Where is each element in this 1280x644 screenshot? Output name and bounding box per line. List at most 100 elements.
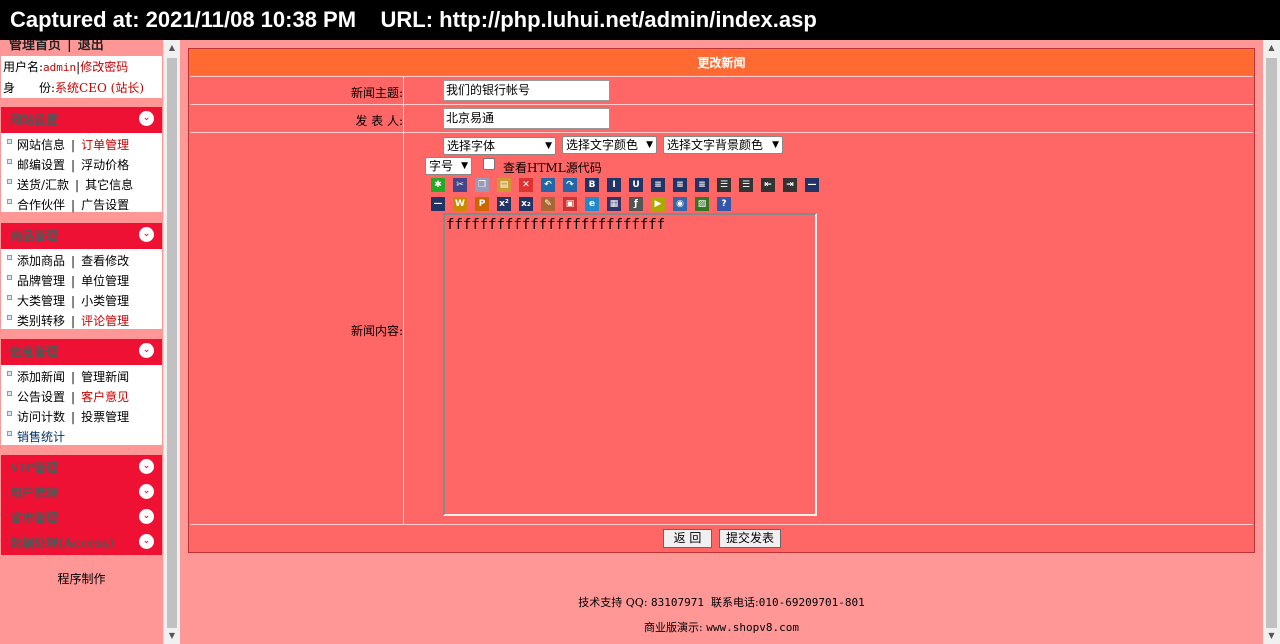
scroll-thumb[interactable]	[167, 58, 177, 628]
scroll-down-icon[interactable]: ▼	[164, 628, 180, 644]
menu-item[interactable]: 评论管理	[81, 314, 129, 328]
superscript-icon[interactable]: x²	[495, 195, 513, 213]
menu-item[interactable]: 单位管理	[81, 274, 129, 288]
subscript-icon[interactable]: x₂	[517, 195, 535, 213]
panel-header-data[interactable]: 数据处理(Access) ⌄	[1, 530, 162, 555]
insert-page-icon[interactable]: ▣	[561, 195, 579, 213]
bullet-list-icon[interactable]: ☰	[737, 176, 755, 194]
horizontal-line-icon[interactable]: —	[429, 195, 447, 213]
redo-icon[interactable]: ↷	[561, 176, 579, 194]
menu-item[interactable]: 网站信息	[17, 138, 65, 152]
submit-button[interactable]: 提交发表	[719, 529, 781, 548]
outdent-icon[interactable]: ⇤	[759, 176, 777, 194]
panel-header-regions[interactable]: 省市管理 ⌄	[1, 505, 162, 530]
scroll-up-icon[interactable]: ▲	[1263, 40, 1280, 56]
align-center-icon[interactable]: ≡	[671, 176, 689, 194]
help-icon[interactable]: ?	[715, 195, 733, 213]
align-left-icon[interactable]: ≡	[649, 176, 667, 194]
menu-item[interactable]: 查看修改	[81, 254, 129, 268]
author-input[interactable]: 北京易通	[443, 108, 610, 129]
chevron-down-icon[interactable]: ⌄	[139, 111, 154, 126]
scroll-down-icon[interactable]: ▼	[1263, 628, 1280, 644]
numbered-list-icon[interactable]: ☰	[715, 176, 733, 194]
support-info: 技术支持 QQ: 83107971 联系电话:010-69209701-801	[180, 594, 1263, 610]
menu-item[interactable]: 浮动价格	[81, 158, 129, 172]
logout-link[interactable]: 退出	[78, 40, 104, 53]
underline-icon[interactable]: U	[627, 176, 645, 194]
copy-icon[interactable]: ❐	[473, 176, 491, 194]
menu-item[interactable]: 邮编设置	[17, 158, 65, 172]
horizontal-rule-icon[interactable]: —	[803, 176, 821, 194]
chevron-down-icon[interactable]: ⌄	[139, 343, 154, 358]
insert-web-icon[interactable]: e	[583, 195, 601, 213]
marker-icon[interactable]: ✎	[539, 195, 557, 213]
bullet-icon	[7, 431, 12, 436]
home-link[interactable]: 管理首页	[9, 40, 61, 53]
bullet-icon	[7, 275, 12, 280]
main-content: 更改新闻 新闻主题: 我们的银行帐号 发 表 人: 北京易通 新闻内容: 选择字…	[180, 40, 1263, 644]
bg-color-select[interactable]: 选择文字背景颜色 ▼	[663, 136, 783, 154]
role-label: 身 份:	[3, 81, 56, 95]
panel-header[interactable]: 网站设置 ⌄	[1, 107, 162, 133]
flash-icon[interactable]: ƒ	[627, 195, 645, 213]
chevron-down-icon[interactable]: ⌄	[139, 227, 154, 242]
font-size-select[interactable]: 字号 ▼	[425, 157, 472, 175]
menu-item[interactable]: 访问计数	[17, 410, 65, 424]
menu-item[interactable]: 品牌管理	[17, 274, 65, 288]
demo-url-link[interactable]: www.shopv8.com	[706, 621, 799, 634]
menu-item[interactable]: 送货/汇款	[17, 178, 69, 192]
panel-header[interactable]: 商品管理 ⌄	[1, 223, 162, 249]
change-password-link[interactable]: 修改密码	[80, 60, 128, 74]
page-link-icon[interactable]: P	[473, 195, 491, 213]
font-select[interactable]: 选择字体 ▼	[443, 137, 556, 155]
bold-icon[interactable]: B	[583, 176, 601, 194]
menu-item[interactable]: 销售统计	[17, 430, 65, 444]
image-icon[interactable]: ▨	[693, 195, 711, 213]
form-header: 更改新闻	[190, 50, 1253, 75]
delete-icon[interactable]: ✕	[517, 176, 535, 194]
menu-item[interactable]: 添加商品	[17, 254, 65, 268]
chevron-down-icon[interactable]: ⌄	[139, 459, 154, 474]
paste-icon[interactable]: ▤	[495, 176, 513, 194]
cut-icon[interactable]: ✂	[451, 176, 469, 194]
menu-item[interactable]: 其它信息	[85, 178, 133, 192]
chevron-down-icon[interactable]: ⌄	[139, 534, 154, 549]
align-right-icon[interactable]: ≡	[693, 176, 711, 194]
undo-icon[interactable]: ↶	[539, 176, 557, 194]
menu-item[interactable]: 类别转移	[17, 314, 65, 328]
menu-item[interactable]: 管理新闻	[81, 370, 129, 384]
chevron-down-icon[interactable]: ⌄	[139, 509, 154, 524]
web-link-icon[interactable]: W	[451, 195, 469, 213]
menu-item[interactable]: 广告设置	[81, 198, 129, 212]
scroll-thumb[interactable]	[1266, 58, 1277, 628]
support-label: 技术支持 QQ:	[578, 596, 648, 609]
chevron-down-icon[interactable]: ⌄	[139, 484, 154, 499]
subject-input[interactable]: 我们的银行帐号	[443, 80, 610, 101]
panel-header-users[interactable]: 用户管理 ⌄	[1, 480, 162, 505]
menu-item[interactable]: 投票管理	[81, 410, 129, 424]
table-icon[interactable]: ▦	[605, 195, 623, 213]
text-color-select[interactable]: 选择文字颜色 ▼	[562, 136, 657, 154]
panel-header-vip[interactable]: VIP管理 ⌄	[1, 455, 162, 480]
media-icon[interactable]: ▶	[649, 195, 667, 213]
movie-icon[interactable]: ◉	[671, 195, 689, 213]
select-all-icon[interactable]: ✱	[429, 176, 447, 194]
scroll-up-icon[interactable]: ▲	[164, 40, 180, 56]
menu-item[interactable]: 大类管理	[17, 294, 65, 308]
menu-item[interactable]: 公告设置	[17, 390, 65, 404]
menu-item[interactable]: 添加新闻	[17, 370, 65, 384]
menu-item[interactable]: 客户意见	[81, 390, 129, 404]
content-editor[interactable]: ffffffffffffffffffffffffff	[443, 213, 817, 516]
menu-item[interactable]: 订单管理	[81, 138, 129, 152]
back-button[interactable]: 返 回	[663, 529, 712, 548]
panel-title: VIP管理	[10, 461, 58, 475]
left-scrollbar[interactable]: ▲ ▼	[163, 40, 180, 644]
indent-icon[interactable]: ⇥	[781, 176, 799, 194]
menu-item[interactable]: 合作伙伴	[17, 198, 65, 212]
italic-icon[interactable]: I	[605, 176, 623, 194]
menu-row: 添加商品 | 查看修改	[5, 251, 162, 271]
html-source-checkbox[interactable]	[483, 158, 495, 170]
panel-header[interactable]: 信息管理 ⌄	[1, 339, 162, 365]
right-scrollbar[interactable]: ▲ ▼	[1263, 40, 1280, 644]
menu-item[interactable]: 小类管理	[81, 294, 129, 308]
